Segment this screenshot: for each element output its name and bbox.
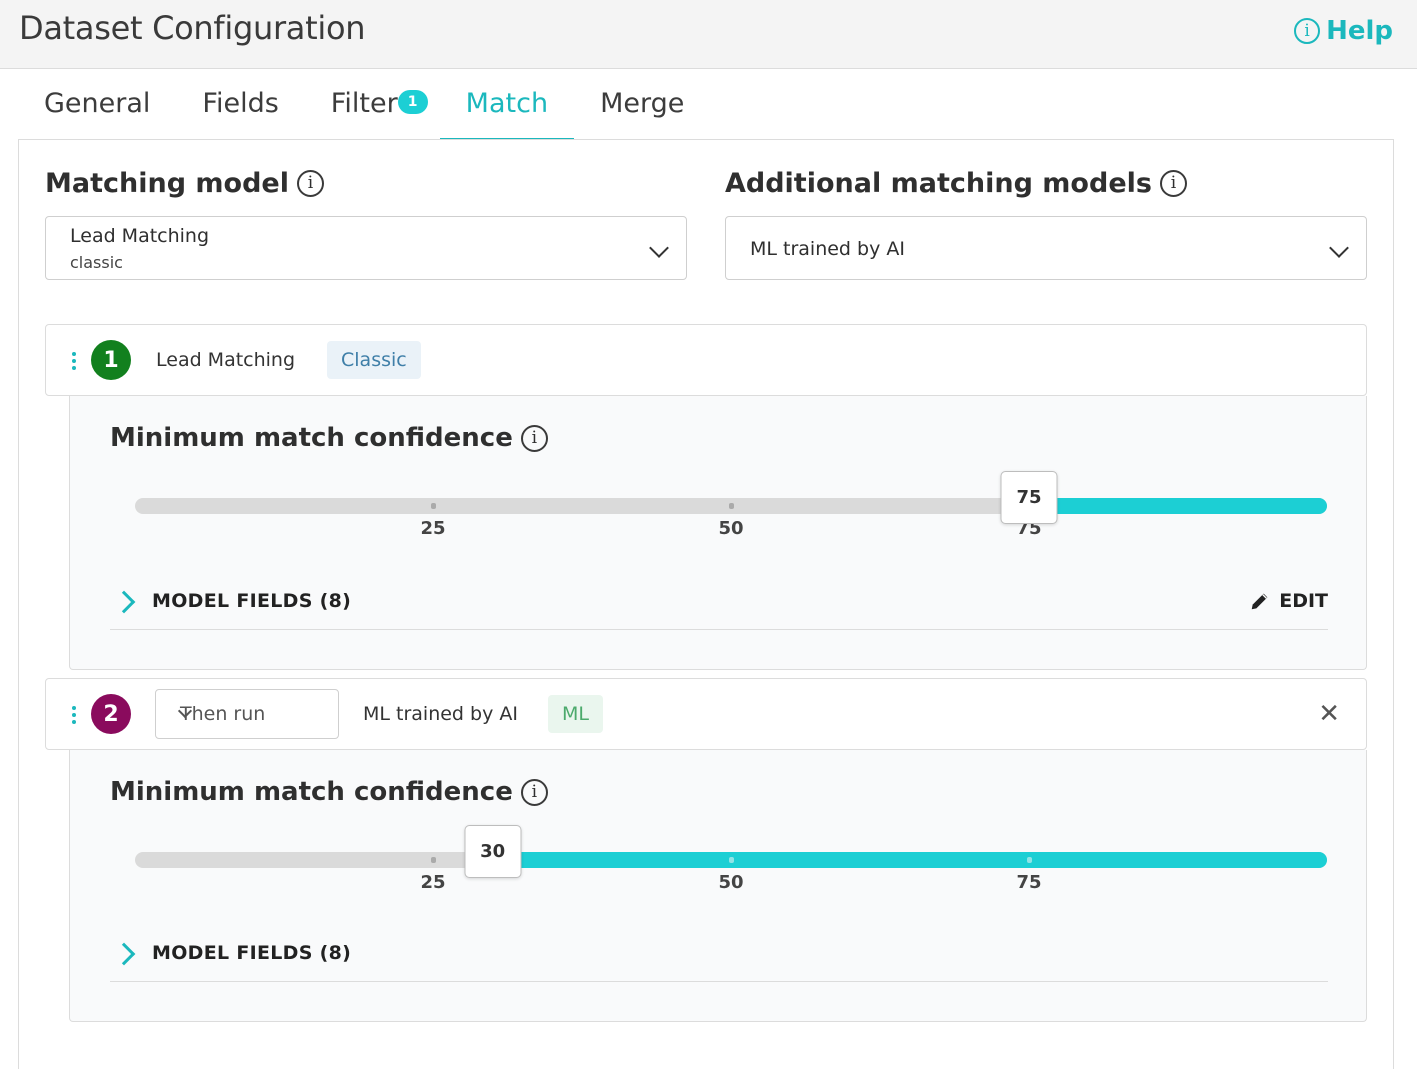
model-number-badge: 2	[91, 694, 131, 734]
slider-fill	[492, 852, 1327, 868]
slider-thumb[interactable]: 75	[1000, 471, 1058, 524]
filter-count-badge: 1	[397, 90, 428, 114]
info-icon[interactable]: i	[1159, 170, 1187, 197]
slider-fill	[1029, 498, 1327, 514]
model-card-header: 2 Then run ML trained by AI ML ✕	[45, 678, 1367, 750]
help-label: Help	[1326, 16, 1393, 46]
model-fields-toggle[interactable]: MODEL FIELDS (8)	[152, 942, 351, 964]
tab-filter[interactable]: Filter 1	[305, 78, 440, 140]
tab-merge[interactable]: Merge	[574, 78, 710, 140]
matching-model-value: Lead Matching	[70, 225, 210, 247]
drag-handle-icon[interactable]	[72, 706, 76, 724]
info-icon[interactable]: i	[520, 778, 548, 806]
model-card-body: Minimum match confidence i 25 50 75 30 M…	[69, 750, 1367, 1022]
model-card-body: Minimum match confidence i 25 50 75 75 M…	[69, 396, 1367, 670]
tab-label: Merge	[600, 88, 685, 119]
page-title: Dataset Configuration	[19, 9, 366, 47]
model-name: ML trained by AI	[363, 703, 518, 725]
slider-tick-label: 50	[718, 872, 744, 893]
slider-tick	[431, 857, 436, 863]
model-fields-row: MODEL FIELDS (8)	[110, 932, 1328, 982]
model-type-tag: Classic	[327, 341, 421, 379]
model-number-badge: 1	[91, 340, 131, 380]
additional-models-select[interactable]: ML trained by AI	[725, 216, 1367, 280]
tab-label: Fields	[202, 88, 279, 119]
app-header: Dataset Configuration i Help	[0, 0, 1417, 69]
slider-tick	[729, 857, 734, 863]
model-type-tag: ML	[548, 695, 603, 733]
confidence-slider[interactable]: 25 50 75 30	[135, 825, 1327, 893]
run-mode-value: Then run	[180, 703, 266, 725]
slider-tick	[1027, 857, 1032, 863]
additional-models-heading: Additional matching models i	[725, 168, 1187, 199]
matching-model-heading: Matching model i	[45, 168, 325, 199]
slider-tick-label: 50	[718, 518, 744, 539]
confidence-heading: Minimum match confidence i	[110, 777, 548, 807]
chevron-right-icon[interactable]	[112, 590, 136, 614]
additional-models-value: ML trained by AI	[750, 238, 905, 260]
slider-tick	[431, 503, 436, 509]
slider-tick-label: 25	[420, 872, 446, 893]
tab-general[interactable]: General	[18, 78, 176, 140]
tab-label: Filter	[330, 88, 398, 119]
slider-thumb[interactable]: 30	[464, 825, 522, 878]
model-fields-row: MODEL FIELDS (8) EDIT	[110, 580, 1328, 630]
tab-label: Match	[465, 88, 549, 119]
run-mode-select[interactable]: Then run	[155, 689, 339, 739]
edit-label: EDIT	[1279, 590, 1328, 612]
chevron-right-icon[interactable]	[112, 942, 136, 966]
confidence-heading: Minimum match confidence i	[110, 423, 548, 453]
info-icon[interactable]: i	[520, 424, 548, 452]
additional-models-title: Additional matching models	[725, 168, 1152, 199]
tab-bar: General Fields Filter 1 Match Merge	[18, 78, 710, 140]
model-card-header: 1 Lead Matching Classic	[45, 324, 1367, 396]
slider-tick-label: 25	[420, 518, 446, 539]
help-link[interactable]: i Help	[1294, 16, 1393, 46]
model-name: Lead Matching	[156, 349, 296, 371]
model-fields-toggle[interactable]: MODEL FIELDS (8)	[152, 590, 351, 612]
confidence-slider[interactable]: 25 50 75 75	[135, 471, 1327, 539]
info-icon[interactable]: i	[297, 170, 325, 197]
info-circle-icon: i	[1294, 18, 1321, 44]
pencil-icon	[1251, 593, 1268, 610]
drag-handle-icon[interactable]	[72, 352, 76, 370]
close-icon[interactable]: ✕	[1318, 701, 1340, 727]
slider-tick	[729, 503, 734, 509]
confidence-title: Minimum match confidence	[110, 777, 513, 807]
matching-model-title: Matching model	[45, 168, 290, 199]
tab-label: General	[44, 88, 151, 119]
matching-model-subvalue: classic	[70, 253, 123, 272]
slider-tick-label: 75	[1016, 872, 1042, 893]
tab-fields[interactable]: Fields	[176, 78, 304, 140]
chevron-down-icon	[649, 238, 669, 258]
matching-model-select[interactable]: Lead Matching classic	[45, 216, 687, 280]
tab-match[interactable]: Match	[439, 78, 575, 140]
edit-button[interactable]: EDIT	[1249, 590, 1328, 612]
confidence-title: Minimum match confidence	[110, 423, 513, 453]
chevron-down-icon	[1329, 238, 1349, 258]
